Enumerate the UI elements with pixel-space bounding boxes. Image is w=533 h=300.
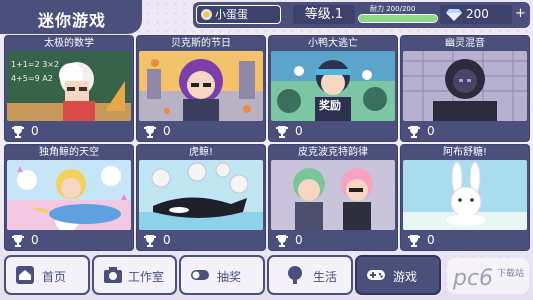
trophy-icon xyxy=(276,235,288,247)
game-art-orca xyxy=(139,160,263,230)
nav-games-button[interactable]: 游戏 xyxy=(355,255,441,295)
card-footer: 0 xyxy=(401,123,529,141)
game-title: 幽灵混音 xyxy=(445,38,485,49)
game-art-math: 1+1=2 3×2 4+5=9 A2 xyxy=(7,51,131,121)
profile-name: 小蛋蛋 xyxy=(215,8,248,21)
diamond-icon xyxy=(446,9,462,21)
game-art-narwhal xyxy=(7,160,131,230)
trophy-icon xyxy=(12,126,24,138)
game-art-festival xyxy=(139,51,263,121)
trophy-icon xyxy=(408,235,420,247)
card-footer: 0 xyxy=(137,123,265,141)
camera-icon xyxy=(104,267,122,283)
energy-track xyxy=(358,14,438,23)
card-footer: 0 xyxy=(269,123,397,141)
game-card-duck[interactable]: 小鸭大逃亡 奖励 0 xyxy=(268,35,398,142)
game-score: 0 xyxy=(163,124,171,138)
egg-avatar-icon xyxy=(201,9,212,20)
nav-studio-label: 工作室 xyxy=(128,270,165,284)
nav-life-button[interactable]: 生活 xyxy=(267,255,353,295)
game-title: 小鸭大逃亡 xyxy=(308,38,358,49)
profile-name-box[interactable]: 小蛋蛋 xyxy=(196,5,281,24)
nav-home-label: 首页 xyxy=(42,270,67,284)
game-card-orca[interactable]: 虎鲸! 0 xyxy=(136,144,266,251)
nav-gacha-button[interactable]: 抽奖 xyxy=(179,255,265,295)
svg-text:1+1=2 3×2: 1+1=2 3×2 xyxy=(11,60,59,69)
game-score: 0 xyxy=(295,233,303,247)
add-gems-button[interactable]: + xyxy=(514,7,527,21)
energy-meter: 耐力 200/200 xyxy=(358,4,438,25)
page-title: 迷你游戏 xyxy=(0,0,142,34)
game-score: 0 xyxy=(427,124,435,138)
game-card-narwhal[interactable]: 独角鲸的天空 0 xyxy=(4,144,134,251)
energy-fill xyxy=(359,15,437,22)
game-card-festival[interactable]: 贝克斯的节日 0 xyxy=(136,35,266,142)
nav-life-label: 生活 xyxy=(313,270,338,284)
game-score: 0 xyxy=(427,233,435,247)
nav-home-button[interactable]: 首页 xyxy=(4,255,90,295)
gem-counter: 200 xyxy=(440,5,512,24)
trophy-icon xyxy=(144,126,156,138)
trophy-icon xyxy=(144,235,156,247)
energy-label: 耐力 200/200 xyxy=(370,5,416,13)
card-footer: 0 xyxy=(137,232,265,250)
tree-icon xyxy=(288,266,302,284)
gem-count: 200 xyxy=(466,7,489,21)
svg-text:4+5=9 A2: 4+5=9 A2 xyxy=(11,74,53,83)
home-icon xyxy=(16,266,34,284)
game-card-math[interactable]: 太极的数学 1+1=2 3×2 4+5=9 A2 0 xyxy=(4,35,134,142)
game-art-bunny xyxy=(403,160,527,230)
toggle-icon xyxy=(191,270,209,280)
gamepad-icon xyxy=(367,270,385,280)
trophy-icon xyxy=(276,126,288,138)
card-footer: 0 xyxy=(5,123,133,141)
card-footer: 0 xyxy=(5,232,133,250)
game-title: 阿布舒糖! xyxy=(442,147,487,158)
card-footer: 0 xyxy=(401,232,529,250)
game-card-ghost[interactable]: 幽灵混音 0 xyxy=(400,35,530,142)
game-art-ghost xyxy=(403,51,527,121)
game-score: 0 xyxy=(31,124,39,138)
svg-text:pc6: pc6 xyxy=(452,266,493,291)
trophy-icon xyxy=(12,235,24,247)
game-art-duck: 奖励 xyxy=(271,51,395,121)
game-score: 0 xyxy=(31,233,39,247)
game-card-rhythm[interactable]: 皮克波克特韵律 0 xyxy=(268,144,398,251)
level-badge: 等级.1 xyxy=(293,5,355,24)
card-footer: 0 xyxy=(269,232,397,250)
nav-games-label: 游戏 xyxy=(393,270,418,284)
reward-overlay: 奖励 xyxy=(319,98,341,112)
game-score: 0 xyxy=(163,233,171,247)
game-score: 0 xyxy=(295,124,303,138)
game-title: 太极的数学 xyxy=(44,38,94,49)
game-title: 独角鲸的天空 xyxy=(39,147,99,158)
svg-text:下载站: 下载站 xyxy=(497,267,524,279)
trophy-icon xyxy=(408,126,420,138)
game-card-bunny[interactable]: 阿布舒糖! 0 xyxy=(400,144,530,251)
nav-gacha-label: 抽奖 xyxy=(217,270,242,284)
nav-studio-button[interactable]: 工作室 xyxy=(92,255,177,295)
game-title: 皮克波克特韵律 xyxy=(298,147,368,158)
game-art-rhythm xyxy=(271,160,395,230)
pc6-watermark-logo: pc6 下载站 xyxy=(447,258,529,294)
game-title: 虎鲸! xyxy=(188,147,213,158)
game-title: 贝克斯的节日 xyxy=(171,38,231,49)
